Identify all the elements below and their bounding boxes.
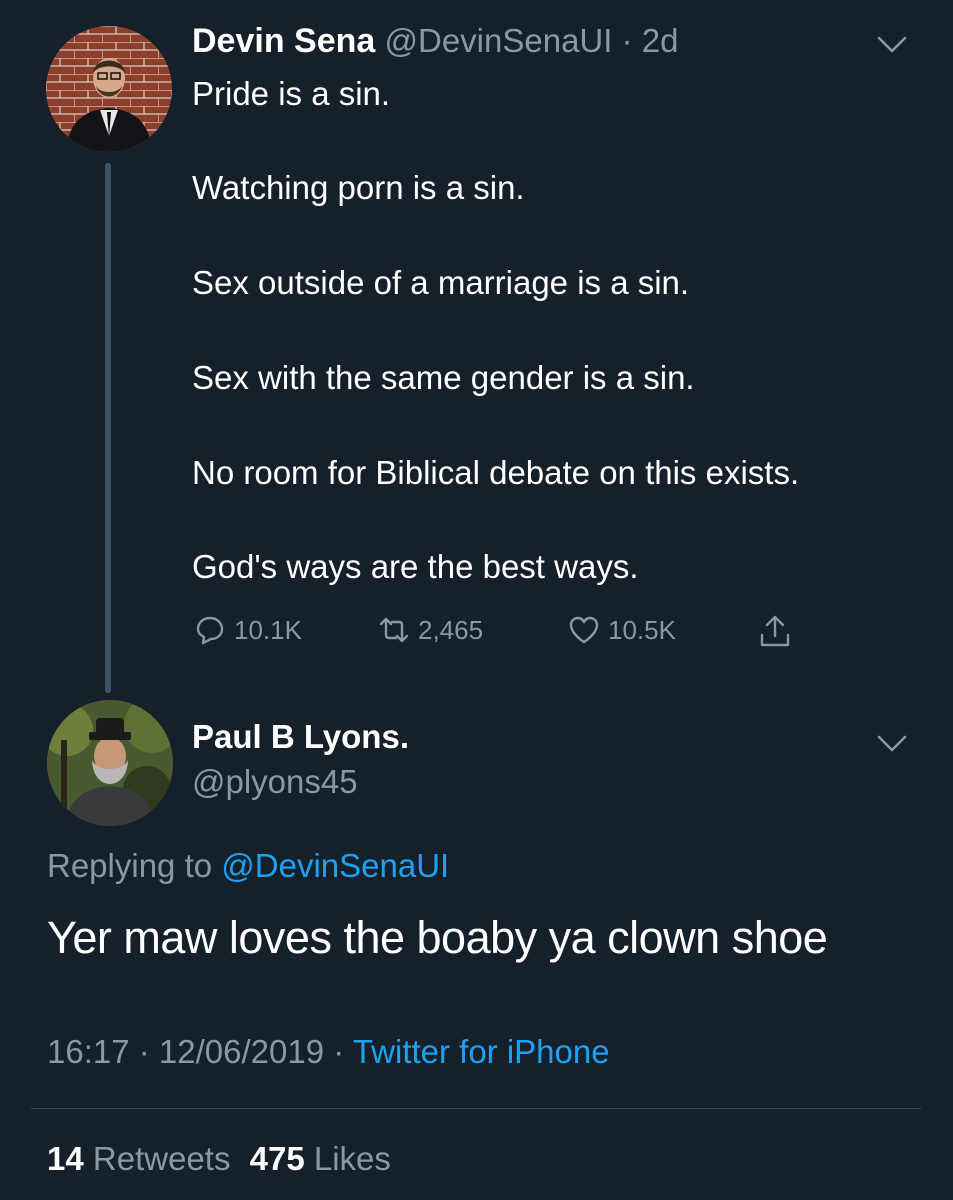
replying-to-handle-link[interactable]: @DevinSenaUI [221, 847, 449, 884]
tweet-line-6: God's ways are the best ways. [192, 548, 639, 585]
reply-count: 10.1K [234, 614, 302, 645]
retweet-icon [379, 617, 409, 643]
tweet-meta: 16:17 · 12/06/2019 · Twitter for iPhone [47, 1033, 610, 1071]
likes-stat[interactable]: 475 Likes [250, 1140, 391, 1177]
tweet-source-link[interactable]: Twitter for iPhone [353, 1033, 610, 1070]
reply-icon [196, 616, 224, 645]
tweet-line-4: Sex with the same gender is a sin. [192, 359, 695, 396]
retweet-count: 2,465 [418, 614, 484, 645]
chevron-down-icon[interactable] [876, 34, 908, 56]
like-icon [569, 616, 599, 644]
retweets-count: 14 [47, 1140, 84, 1177]
replying-to-prefix: Replying to [47, 847, 213, 884]
chevron-down-icon[interactable] [876, 733, 908, 755]
reply-text: Yer maw loves the boaby ya clown shoe [47, 912, 828, 963]
tweet-timestamp[interactable]: 16:17 · 12/06/2019 · [47, 1033, 344, 1070]
tweet-line-3: Sex outside of a marriage is a sin. [192, 264, 690, 301]
devin-avatar[interactable] [46, 26, 172, 152]
tweet-line-2: Watching porn is a sin. [192, 169, 525, 206]
likes-label: Likes [313, 1140, 391, 1177]
replying-to: Replying to @DevinSenaUI [47, 847, 449, 885]
retweet-button[interactable]: 2,465 [378, 612, 483, 648]
paul-display-name[interactable]: Paul B Lyons. [192, 718, 409, 756]
like-count: 10.5K [608, 614, 676, 645]
engagement-stats: 14 Retweets 475 Likes [47, 1140, 391, 1178]
tweet-line-1: Pride is a sin. [192, 75, 391, 112]
devin-display-name[interactable]: Devin Sena [192, 22, 375, 60]
thread-connector-line [105, 163, 111, 693]
like-button[interactable]: 10.5K [568, 612, 676, 648]
paul-avatar[interactable] [47, 700, 173, 826]
tweet-line-5: No room for Biblical debate on this exis… [192, 454, 800, 491]
paul-handle[interactable]: @plyons45 [192, 763, 358, 801]
retweets-label: Retweets [92, 1140, 231, 1177]
reply-button[interactable]: 10.1K [194, 612, 302, 648]
divider [31, 1108, 921, 1109]
share-icon[interactable] [758, 613, 792, 649]
devin-handle-time[interactable]: @DevinSenaUI · 2d [384, 22, 678, 59]
retweets-stat[interactable]: 14 Retweets [47, 1140, 240, 1177]
likes-count: 475 [249, 1140, 305, 1177]
